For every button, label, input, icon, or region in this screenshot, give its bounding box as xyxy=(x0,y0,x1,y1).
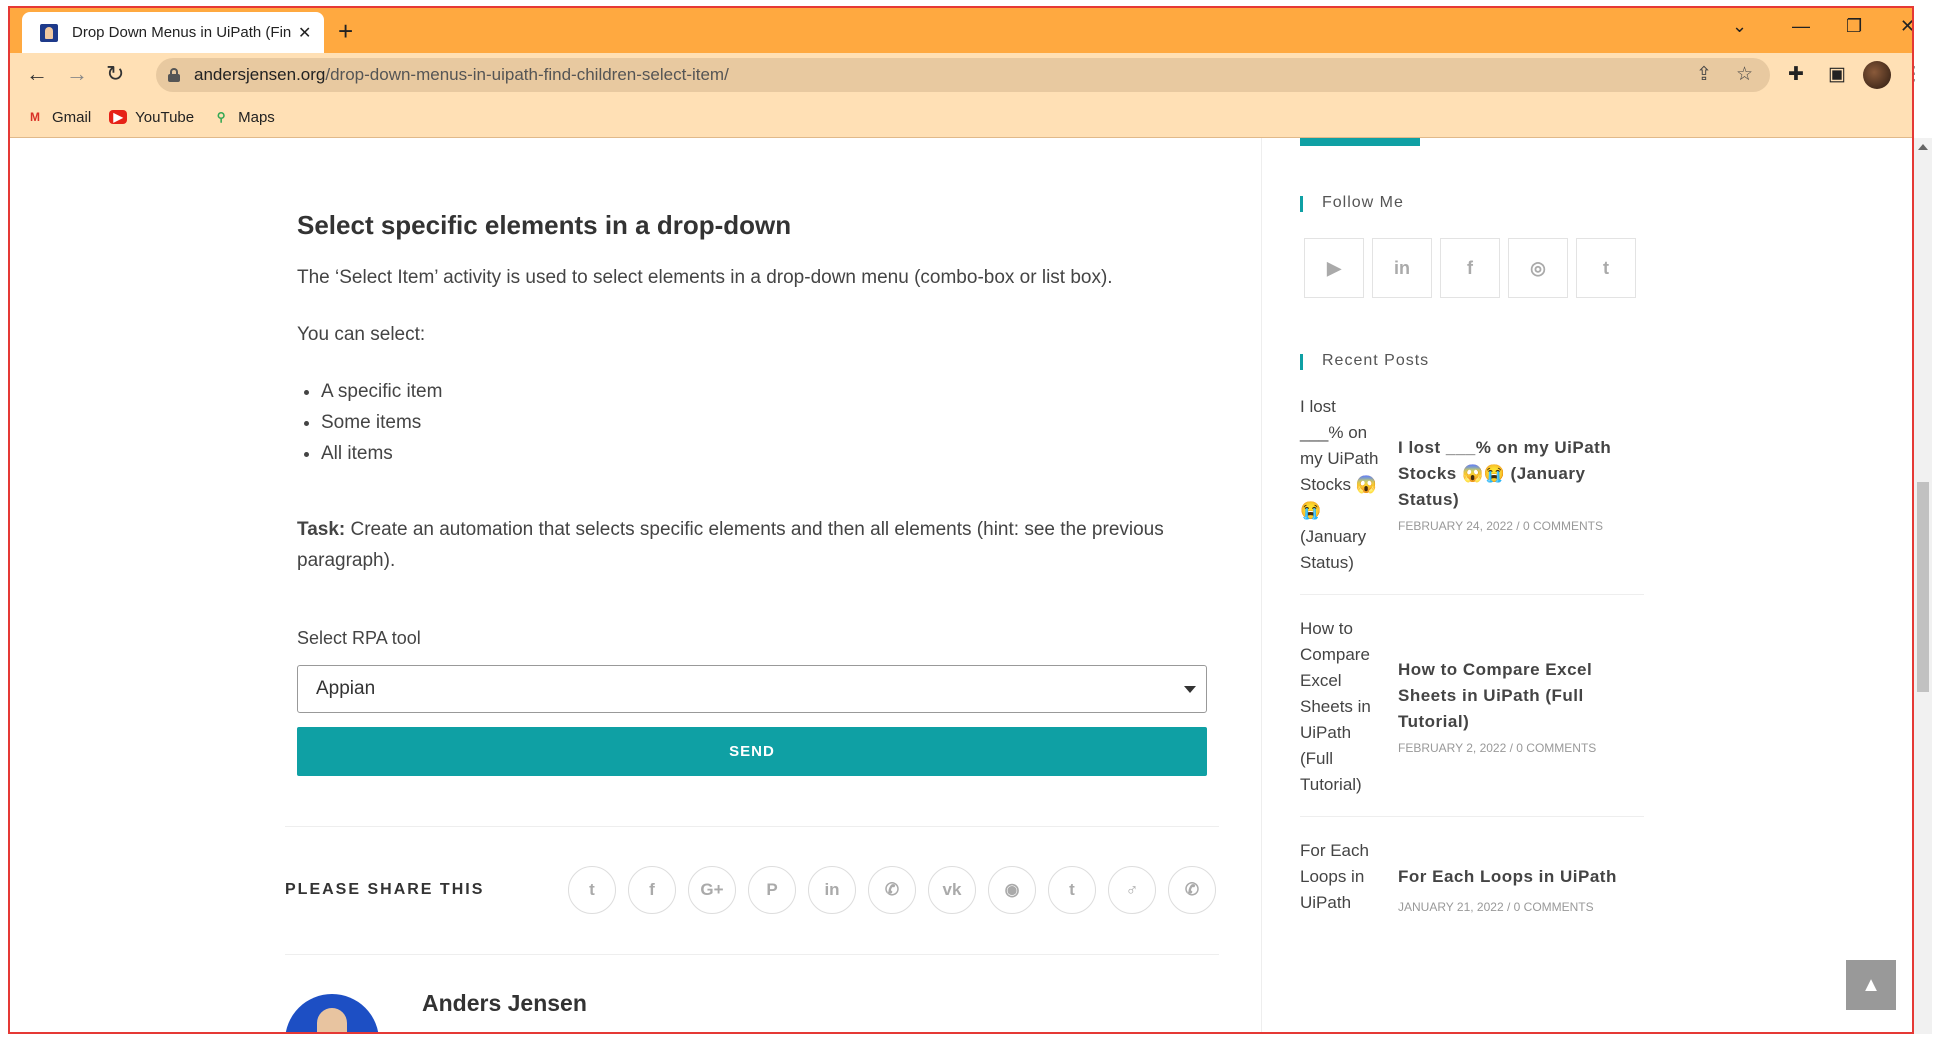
restore-button[interactable]: ❐ xyxy=(1846,16,1862,37)
new-tab-button[interactable]: + xyxy=(338,16,353,46)
gmail-icon: M xyxy=(30,110,40,124)
social-links: ▶ in f ◎ t xyxy=(1304,238,1636,298)
tumblr-icon[interactable]: t xyxy=(1048,866,1096,914)
post-meta: FEBRUARY 2, 2022 / 0 COMMENTS xyxy=(1398,741,1597,755)
post-title[interactable]: For Each Loops in UiPath xyxy=(1398,864,1638,890)
lock-icon[interactable] xyxy=(168,68,180,82)
post-thumbnail[interactable]: For Each Loops in UiPath xyxy=(1300,838,1384,916)
you-can-select-text: You can select: xyxy=(297,324,426,345)
google-plus-icon[interactable]: G+ xyxy=(688,866,736,914)
sidebar-accent-bar xyxy=(1300,138,1420,146)
send-button[interactable]: SEND xyxy=(297,727,1207,776)
select-options-list: A specific item Some items All items xyxy=(297,376,442,469)
youtube-icon: ▶ xyxy=(109,110,128,124)
linkedin-icon[interactable]: in xyxy=(808,866,856,914)
maps-pin-icon: ⚲ xyxy=(216,110,226,124)
post-title[interactable]: I lost ___% on my UiPath Stocks 😱😭 (Janu… xyxy=(1398,435,1638,513)
back-arrow-icon[interactable]: ← xyxy=(26,61,48,87)
page-content: Select specific elements in a drop-down … xyxy=(8,138,1914,1034)
chevron-down-icon xyxy=(1184,686,1196,693)
site-favicon xyxy=(40,23,58,42)
facebook-icon[interactable]: f xyxy=(628,866,676,914)
share-buttons: t f G+ P in ✆ vk ◉ t ♂ ✆ xyxy=(568,866,1216,914)
browser-title-bar: Drop Down Menus in UiPath (Fin ✕ + ⌄ — ❐… xyxy=(8,8,1915,53)
divider xyxy=(285,826,1219,827)
close-tab-icon[interactable]: ✕ xyxy=(298,23,311,43)
task-paragraph: Task: Create an automation that selects … xyxy=(297,519,1164,571)
post-thumbnail[interactable]: I lost ___% on my UiPath Stocks 😱😭 (Janu… xyxy=(1300,394,1384,576)
bookmark-maps[interactable]: ⚲ Maps xyxy=(212,109,275,126)
browser-tab[interactable]: Drop Down Menus in UiPath (Fin ✕ xyxy=(22,12,324,53)
reload-icon[interactable]: ↻ xyxy=(106,61,124,87)
profile-avatar[interactable] xyxy=(1863,61,1891,89)
viber-icon[interactable]: ✆ xyxy=(868,866,916,914)
browser-toolbar: ← → ↻ andersjensen.org/drop-down-menus-i… xyxy=(8,53,1923,97)
menu-kebab-icon[interactable]: ⋮ xyxy=(1904,63,1923,86)
section-heading: Select specific elements in a drop-down xyxy=(297,210,792,240)
scrollbar-thumb[interactable] xyxy=(1917,482,1929,692)
select-rpa-tool-label: Select RPA tool xyxy=(297,628,421,648)
bookmark-star-icon[interactable]: ☆ xyxy=(1736,63,1753,86)
post-meta: FEBRUARY 24, 2022 / 0 COMMENTS xyxy=(1398,519,1603,533)
bookmarks-bar: M Gmail ▶ YouTube ⚲ Maps xyxy=(8,97,1914,138)
viadeo-icon[interactable]: ♂ xyxy=(1108,866,1156,914)
follow-me-title: Follow Me xyxy=(1300,194,1404,212)
author-avatar xyxy=(285,994,379,1034)
tab-search-icon[interactable]: ⌄ xyxy=(1732,16,1747,37)
pinterest-icon[interactable]: P xyxy=(748,866,796,914)
rpa-tool-dropdown[interactable]: Appian xyxy=(297,665,1207,713)
forward-arrow-icon[interactable]: → xyxy=(66,61,88,87)
instagram-icon[interactable]: ◎ xyxy=(1508,238,1568,298)
vk-icon[interactable]: vk xyxy=(928,866,976,914)
recent-posts-title: Recent Posts xyxy=(1300,352,1429,370)
divider xyxy=(1300,594,1644,595)
twitter-icon[interactable]: t xyxy=(568,866,616,914)
address-bar[interactable]: andersjensen.org/drop-down-menus-in-uipa… xyxy=(156,58,1770,92)
divider xyxy=(285,954,1219,955)
bookmark-youtube[interactable]: ▶ YouTube xyxy=(109,109,194,126)
close-window-button[interactable]: ✕ xyxy=(1900,16,1915,37)
author-name[interactable]: Anders Jensen xyxy=(422,990,587,1017)
sidebar-divider xyxy=(1261,138,1262,1034)
share-label: PLEASE SHARE THIS xyxy=(285,881,485,898)
post-thumbnail[interactable]: How to Compare Excel Sheets in UiPath (F… xyxy=(1300,616,1384,798)
extensions-puzzle-icon[interactable]: ✚ xyxy=(1788,63,1804,86)
bookmark-gmail[interactable]: M Gmail xyxy=(26,109,91,126)
intro-paragraph: The ‘Select Item’ activity is used to se… xyxy=(297,267,1113,288)
side-panel-icon[interactable]: ▣ xyxy=(1828,63,1846,86)
list-item: A specific item xyxy=(321,376,442,407)
whatsapp-icon[interactable]: ✆ xyxy=(1168,866,1216,914)
facebook-icon[interactable]: f xyxy=(1440,238,1500,298)
youtube-icon[interactable]: ▶ xyxy=(1304,238,1364,298)
share-page-icon[interactable]: ⇪ xyxy=(1696,63,1712,86)
tab-title: Drop Down Menus in UiPath (Fin xyxy=(72,24,292,41)
divider xyxy=(1300,816,1644,817)
linkedin-icon[interactable]: in xyxy=(1372,238,1432,298)
scroll-up-arrow-icon[interactable] xyxy=(1918,144,1928,150)
scroll-to-top-button[interactable]: ▲ xyxy=(1846,960,1896,1010)
url-text: andersjensen.org/drop-down-menus-in-uipa… xyxy=(194,65,729,84)
twitter-icon[interactable]: t xyxy=(1576,238,1636,298)
list-item: Some items xyxy=(321,407,442,438)
post-meta: JANUARY 21, 2022 / 0 COMMENTS xyxy=(1398,900,1594,914)
post-title[interactable]: How to Compare Excel Sheets in UiPath (F… xyxy=(1398,657,1638,735)
list-item: All items xyxy=(321,438,442,469)
minimize-button[interactable]: — xyxy=(1792,16,1810,37)
reddit-icon[interactable]: ◉ xyxy=(988,866,1036,914)
